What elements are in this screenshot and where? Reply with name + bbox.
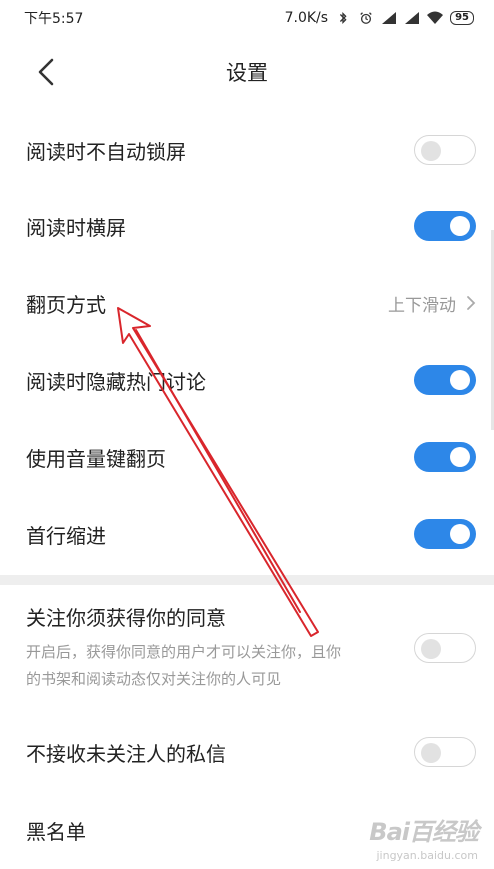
follow-consent-toggle[interactable] [414,632,476,663]
status-time: 下午5:57 [24,11,84,27]
toggle-knob [450,447,470,467]
page-title: 设置 [226,61,268,85]
setting-row-page-turn-mode[interactable]: 翻页方式 上下滑动 [0,281,494,325]
network-speed: 7.0K/s [284,10,329,26]
section-divider [0,575,494,585]
landscape-toggle[interactable] [414,211,476,241]
toggle-knob [450,370,470,390]
setting-row-hide-hot-discussions[interactable]: 阅读时隐藏热门讨论 [0,358,494,402]
back-button[interactable] [30,56,62,88]
follow-consent-desc-line2: 的书架和阅读动态仅对关注你的人可见 [26,670,282,688]
first-line-indent-toggle[interactable] [414,519,476,549]
bluetooth-icon [339,12,347,24]
hide-hot-discussions-toggle[interactable] [414,365,476,395]
signal-icon-1 [382,12,397,24]
setting-row-no-auto-lock[interactable]: 阅读时不自动锁屏 [0,128,494,172]
setting-label: 首行缩进 [26,523,106,548]
no-auto-lock-toggle[interactable] [414,135,476,165]
wifi-icon [427,11,444,24]
chevron-left-icon [38,58,54,86]
status-bar: 下午5:57 7.0K/s 95 [0,0,494,36]
setting-label: 使用音量键翻页 [26,446,166,471]
watermark-url: jingyan.baidu.com [376,849,478,862]
setting-row-volume-key-paging[interactable]: 使用音量键翻页 [0,435,494,479]
setting-label: 阅读时不自动锁屏 [26,139,186,164]
watermark-logo: Bai百经验 [369,818,479,846]
setting-label: 翻页方式 [26,292,106,317]
setting-label: 黑名单 [26,819,86,844]
battery-indicator: 95 [450,11,474,25]
toggle-knob [421,743,441,763]
top-bar: 设置 [0,40,494,104]
status-icons: 7.0K/s 95 [285,10,474,26]
toggle-knob [450,216,470,236]
setting-row-no-stranger-messages[interactable]: 不接收未关注人的私信 [0,730,494,774]
toggle-knob [421,638,441,659]
page-turn-mode-value: 上下滑动 [388,295,456,316]
volume-key-paging-toggle[interactable] [414,442,476,472]
setting-label: 阅读时横屏 [26,215,126,240]
follow-consent-text: 关注你须获得你的同意 开启后，获得你同意的用户才可以关注你，且你 的书架和阅读动… [26,602,396,693]
no-stranger-messages-toggle[interactable] [414,737,476,767]
setting-row-first-line-indent[interactable]: 首行缩进 [0,512,494,556]
toggle-knob [450,524,470,544]
signal-icon-2 [405,12,420,24]
follow-consent-desc-line1: 开启后，获得你同意的用户才可以关注你，且你 [26,643,342,661]
toggle-knob [421,141,441,161]
follow-consent-title: 关注你须获得你的同意 [26,606,226,630]
setting-label: 阅读时隐藏热门讨论 [26,369,206,394]
setting-label: 不接收未关注人的私信 [26,741,226,766]
setting-row-follow-consent[interactable]: 关注你须获得你的同意 开启后，获得你同意的用户才可以关注你，且你 的书架和阅读动… [0,602,494,693]
watermark: Bai百经验 jingyan.baidu.com [369,812,479,862]
page-turn-mode-value-wrap: 上下滑动 [388,291,476,316]
chevron-right-icon [467,296,476,310]
setting-row-landscape[interactable]: 阅读时横屏 [0,204,494,248]
alarm-icon [360,12,372,24]
